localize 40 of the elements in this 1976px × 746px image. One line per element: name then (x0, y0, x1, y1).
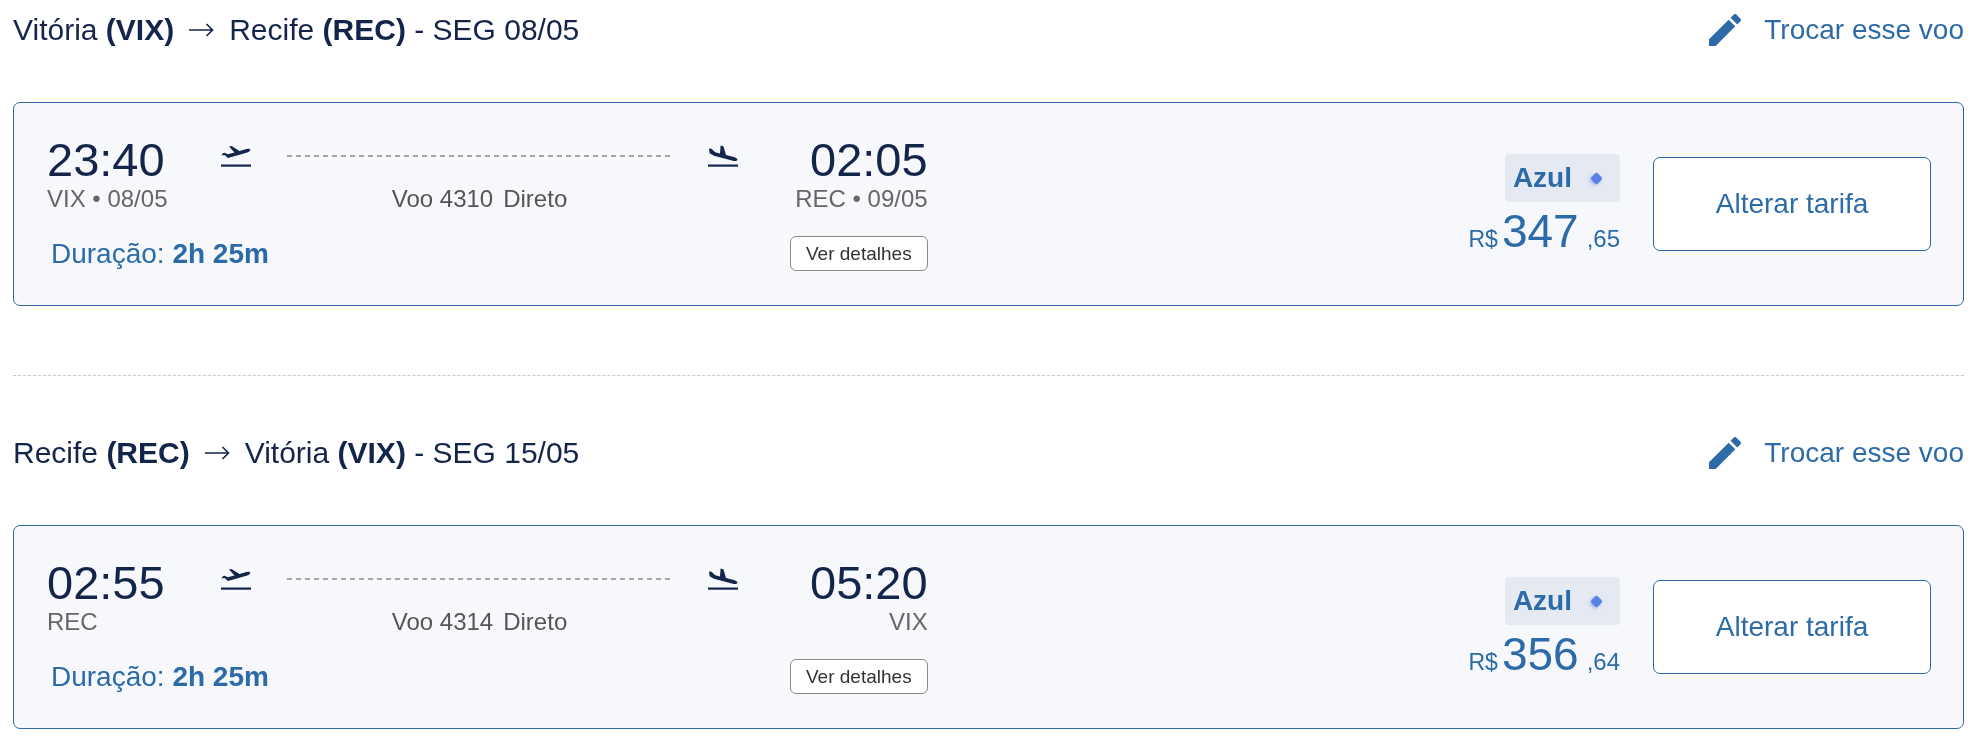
arrival-airport: VIX (888, 609, 928, 635)
price-amount: 356 (1501, 631, 1579, 677)
landing-icon (707, 144, 739, 168)
edit-icon (1709, 437, 1742, 469)
fare-brand: Azul (1512, 585, 1572, 617)
stops-label: Direto (503, 609, 568, 635)
route-destination: Vitória (VIX) - SEG 15/05 (244, 435, 580, 471)
takeoff-icon (220, 144, 252, 168)
arrival-time: 05:20 (810, 560, 928, 606)
route-origin: Recife (REC) (13, 435, 190, 471)
route-destination: Recife (REC) - SEG 08/05 (229, 12, 580, 48)
arrival-time: 02:05 (810, 137, 928, 183)
fare-brand: Azul (1512, 162, 1572, 194)
change-fare-button[interactable]: Alterar tarifa (1653, 580, 1931, 674)
change-fare-button[interactable]: Alterar tarifa (1653, 157, 1931, 251)
currency-symbol: R$ (1468, 649, 1498, 675)
flight-number: Voo 4314 (391, 609, 494, 635)
departure-time: 02:55 (47, 560, 165, 606)
flight-duration: Duração: 2h 25m (50, 237, 269, 271)
price-amount: 347 (1501, 208, 1579, 254)
flight-number: Voo 4310 (391, 186, 494, 212)
departure-airport: VIX • 08/05 (47, 186, 168, 212)
price-cents: ,65 (1586, 226, 1620, 252)
change-flight-link[interactable]: Trocar esse voo (1709, 436, 1964, 470)
arrow-right-icon (204, 446, 230, 460)
departure-time: 23:40 (47, 137, 165, 183)
landing-icon (707, 567, 739, 591)
change-flight-link[interactable]: Trocar esse voo (1709, 13, 1964, 47)
route-origin: Vitória (VIX) (13, 12, 175, 48)
currency-symbol: R$ (1468, 226, 1498, 252)
flight-duration: Duração: 2h 25m (50, 660, 269, 694)
edit-icon (1709, 14, 1742, 46)
departure-airport: REC (47, 609, 98, 635)
stops-label: Direto (503, 186, 568, 212)
price-cents: ,64 (1586, 649, 1620, 675)
details-button[interactable]: Ver detalhes (790, 236, 928, 271)
arrival-airport: REC • 09/05 (795, 186, 928, 212)
takeoff-icon (220, 567, 252, 591)
arrow-right-icon (189, 23, 215, 37)
details-button[interactable]: Ver detalhes (790, 659, 928, 694)
